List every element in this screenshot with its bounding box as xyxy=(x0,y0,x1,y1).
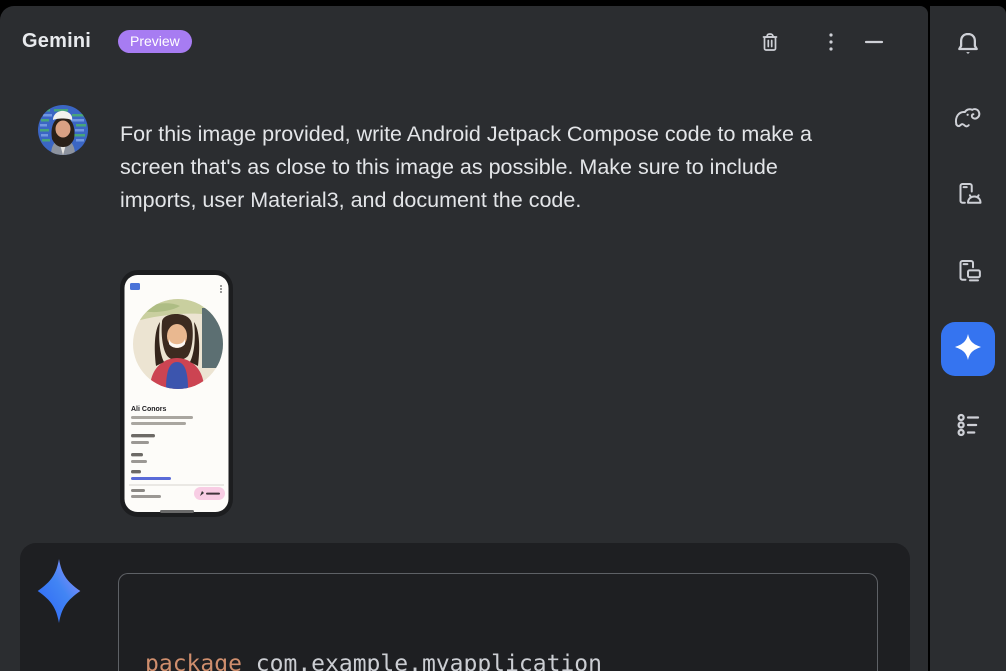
code-text: com.example.myapplication xyxy=(242,651,602,671)
panel-title: Gemini xyxy=(22,30,91,53)
running-devices-icon xyxy=(953,256,983,291)
profile-name: Ali Conors xyxy=(131,406,166,413)
sidebar-item-structure[interactable] xyxy=(930,403,1006,451)
code-content: package com.example.myapplication import… xyxy=(145,592,699,671)
sidebar-item-device-manager[interactable] xyxy=(930,172,1006,220)
user-message-text: For this image provided, write Android J… xyxy=(120,118,835,217)
bulleted-list-icon xyxy=(953,410,983,445)
assistant-response: package com.example.myapplication import… xyxy=(20,543,910,671)
gemini-star-icon xyxy=(952,331,984,368)
minimize-icon xyxy=(859,30,889,59)
chat-panel: Gemini Preview xyxy=(0,6,928,671)
delete-chat-button[interactable] xyxy=(754,28,786,60)
sidebar-item-gradle[interactable] xyxy=(930,95,1006,143)
sidebar-item-running-devices[interactable] xyxy=(930,249,1006,297)
profile-photo xyxy=(133,299,223,389)
bell-icon xyxy=(953,29,983,64)
hide-panel-button[interactable] xyxy=(858,28,890,60)
user-avatar xyxy=(38,105,88,155)
nav-menu-icon xyxy=(130,283,140,290)
preview-badge: Preview xyxy=(118,30,192,53)
sidebar-item-notifications[interactable] xyxy=(930,22,1006,70)
code-keyword: package xyxy=(145,651,242,671)
trash-icon xyxy=(758,30,782,59)
home-indicator xyxy=(160,510,194,513)
tool-window-stripe xyxy=(930,6,1006,671)
more-vertical-icon xyxy=(819,30,843,59)
gemini-spark-icon xyxy=(36,559,82,628)
edit-profile-button xyxy=(194,487,225,500)
gemini-tool-window: Gemini Preview xyxy=(0,0,1006,671)
device-manager-icon xyxy=(953,179,983,214)
code-block[interactable]: package com.example.myapplication import… xyxy=(118,573,878,671)
gradle-elephant-icon xyxy=(952,102,984,137)
attached-image[interactable]: Ali Conors xyxy=(120,270,233,517)
more-options-button[interactable] xyxy=(815,28,847,60)
sidebar-item-gemini[interactable] xyxy=(941,322,995,376)
